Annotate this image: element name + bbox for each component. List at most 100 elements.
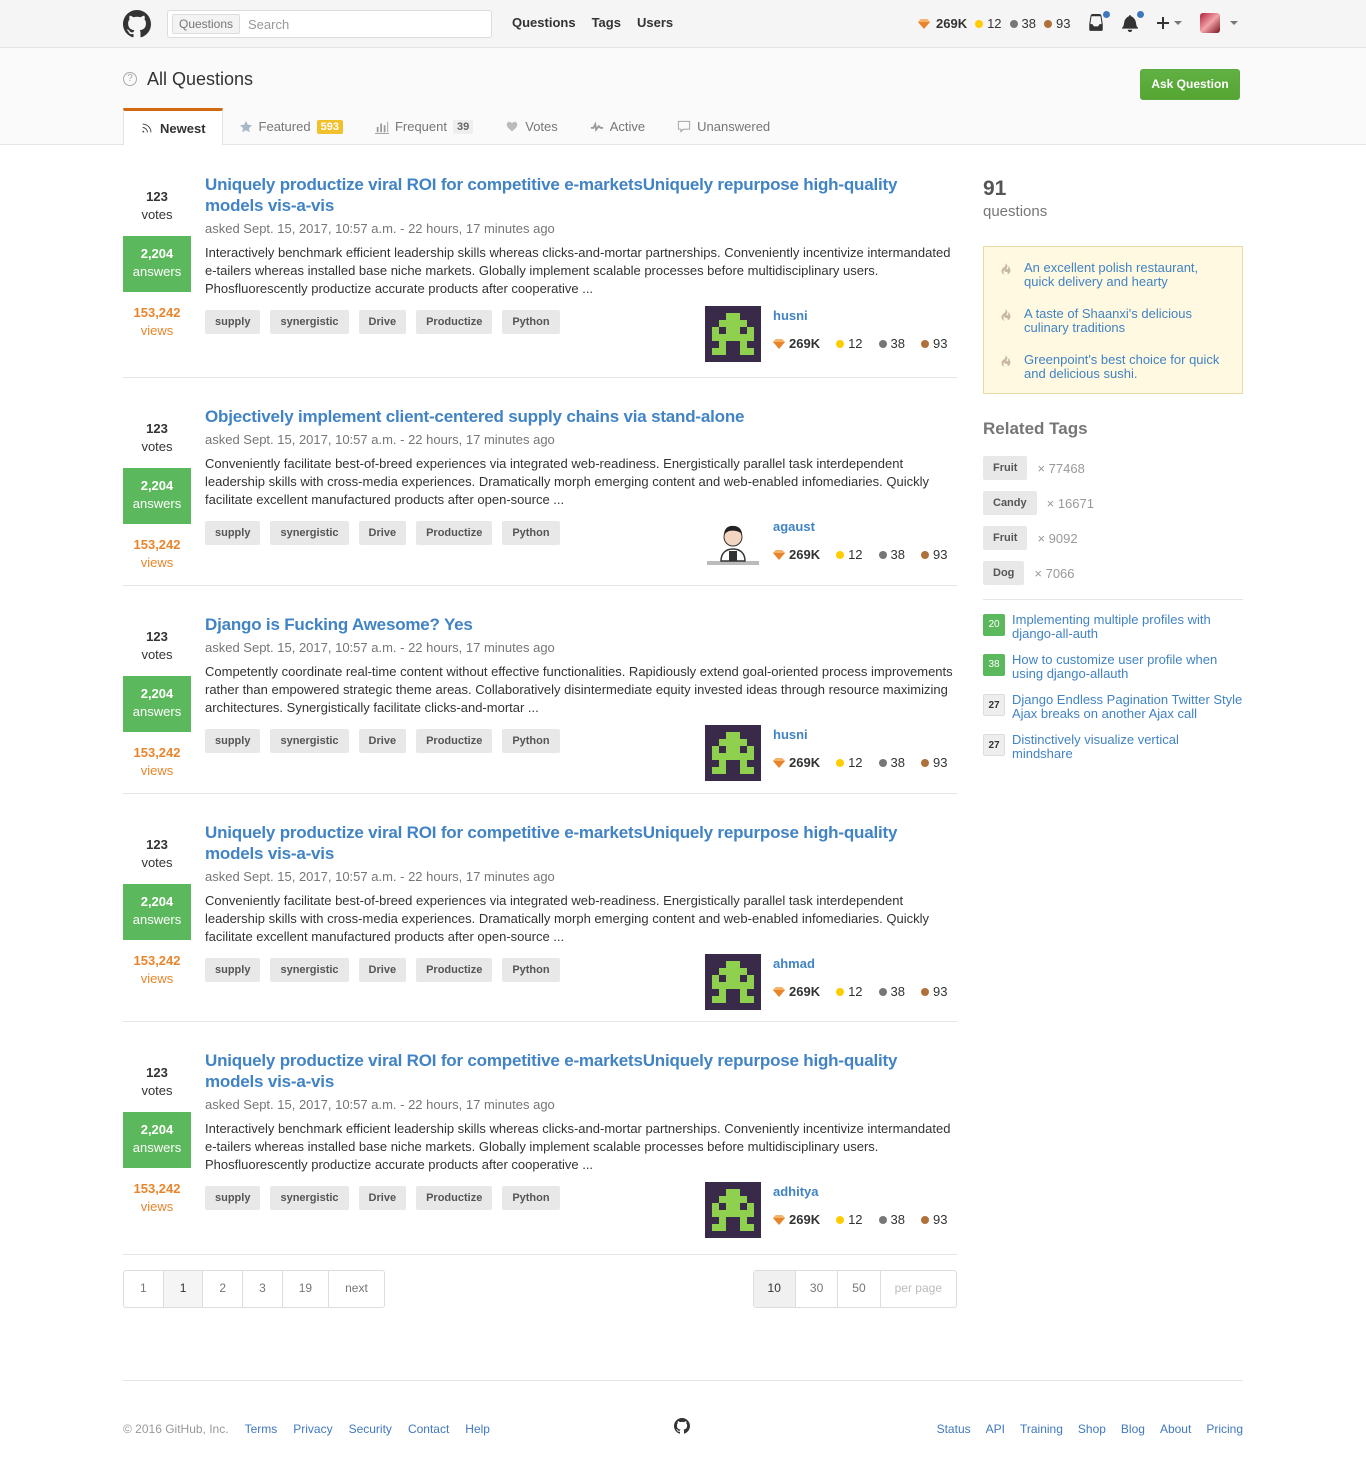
- avatar[interactable]: [705, 517, 761, 573]
- create-new-menu[interactable]: [1155, 15, 1182, 31]
- footer-link-about[interactable]: About: [1160, 1422, 1191, 1436]
- tag-chip[interactable]: supply: [205, 310, 261, 334]
- tab-votes[interactable]: Votes: [489, 108, 574, 145]
- page-link[interactable]: 3: [243, 1271, 283, 1307]
- tag-chip[interactable]: Productize: [416, 521, 493, 545]
- chevron-down-icon: [1174, 21, 1182, 25]
- tag-chip[interactable]: synergistic: [270, 958, 349, 982]
- footer-link-shop[interactable]: Shop: [1078, 1422, 1106, 1436]
- footer-link-status[interactable]: Status: [937, 1422, 971, 1436]
- linked-question-link[interactable]: Django Endless Pagination Twitter Style …: [1012, 693, 1243, 721]
- tag-chip[interactable]: synergistic: [270, 1186, 349, 1210]
- tag-chip[interactable]: synergistic: [270, 310, 349, 334]
- tag-chip[interactable]: Drive: [358, 1186, 407, 1210]
- username-link[interactable]: husni: [773, 308, 808, 323]
- tag-chip[interactable]: supply: [205, 958, 261, 982]
- tag-chip[interactable]: supply: [205, 521, 261, 545]
- nav-users[interactable]: Users: [637, 15, 673, 30]
- avatar[interactable]: [705, 954, 761, 1010]
- per-page-option[interactable]: 30: [796, 1271, 839, 1307]
- page-link-current[interactable]: 1: [163, 1271, 204, 1307]
- tag-chip[interactable]: Drive: [358, 729, 407, 753]
- linked-question-link[interactable]: Distinctively visualize vertical mindsha…: [1012, 733, 1243, 761]
- tag-chip[interactable]: Productize: [416, 729, 493, 753]
- bell-icon[interactable]: [1121, 10, 1145, 34]
- tab-label: Unanswered: [697, 119, 771, 134]
- avatar[interactable]: [705, 725, 761, 781]
- tab-frequent[interactable]: Frequent 39: [359, 108, 489, 145]
- question-title-link[interactable]: Objectively implement client-centered su…: [205, 406, 957, 427]
- tag-chip[interactable]: Python: [502, 521, 560, 545]
- tag-chip[interactable]: supply: [205, 729, 261, 753]
- footer-link-contact[interactable]: Contact: [408, 1422, 449, 1436]
- avatar[interactable]: [705, 306, 761, 362]
- tag-chip[interactable]: Dog: [983, 561, 1025, 585]
- username-link[interactable]: adhitya: [773, 1184, 819, 1199]
- linked-question: 20 Implementing multiple profiles with dj…: [983, 613, 1243, 641]
- tag-chip[interactable]: Python: [502, 958, 560, 982]
- footer-link-training[interactable]: Training: [1020, 1422, 1063, 1436]
- github-logo-icon[interactable]: [123, 10, 151, 38]
- silver-count: 38: [890, 755, 906, 770]
- tag-chip[interactable]: Python: [502, 310, 560, 334]
- linked-question-link[interactable]: How to customize user profile when using…: [1012, 653, 1243, 681]
- footer-link-terms[interactable]: Terms: [245, 1422, 278, 1436]
- nav-tags[interactable]: Tags: [592, 15, 621, 30]
- nav-questions[interactable]: Questions: [512, 15, 576, 30]
- avatar[interactable]: [705, 1182, 761, 1238]
- tag-chip[interactable]: Candy: [983, 491, 1037, 515]
- tab-unanswered[interactable]: Unanswered: [661, 108, 786, 145]
- question-title-link[interactable]: Uniquely productize viral ROI for compet…: [205, 174, 957, 216]
- tab-label: Featured: [258, 119, 311, 134]
- linked-question-link[interactable]: Implementing multiple profiles with djan…: [1012, 613, 1243, 641]
- inbox-icon[interactable]: [1087, 10, 1111, 34]
- search-box[interactable]: Questions: [167, 10, 492, 38]
- tab-active[interactable]: Active: [574, 108, 661, 145]
- username-link[interactable]: agaust: [773, 519, 815, 534]
- hot-question-link[interactable]: A taste of Shaanxi's delicious culinary …: [1001, 307, 1230, 335]
- username-link[interactable]: ahmad: [773, 956, 815, 971]
- tag-chip[interactable]: Fruit: [983, 456, 1028, 480]
- tag-chip[interactable]: Fruit: [983, 526, 1028, 550]
- user-menu[interactable]: [1200, 13, 1238, 33]
- tab-featured[interactable]: Featured 593: [223, 108, 359, 145]
- tag-chip[interactable]: synergistic: [270, 521, 349, 545]
- footer-link-api[interactable]: API: [986, 1422, 1005, 1436]
- footer-link-help[interactable]: Help: [465, 1422, 490, 1436]
- page-link[interactable]: 1: [124, 1271, 164, 1307]
- page-link[interactable]: 2: [203, 1271, 244, 1307]
- tag-chip[interactable]: Python: [502, 1186, 560, 1210]
- hot-question-link[interactable]: Greenpoint's best choice for quick and d…: [1001, 353, 1230, 381]
- question-title-link[interactable]: Uniquely productize viral ROI for compet…: [205, 822, 957, 864]
- username-link[interactable]: husni: [773, 727, 808, 742]
- tab-label: Newest: [160, 120, 206, 136]
- footer-link-pricing[interactable]: Pricing: [1206, 1422, 1243, 1436]
- tag-chip[interactable]: synergistic: [270, 729, 349, 753]
- footer-link-privacy[interactable]: Privacy: [293, 1422, 332, 1436]
- footer-link-blog[interactable]: Blog: [1121, 1422, 1145, 1436]
- tag-chip[interactable]: Productize: [416, 958, 493, 982]
- footer-right: Status API Training Shop Blog About Pric…: [937, 1422, 1243, 1436]
- per-page-option[interactable]: 10: [753, 1271, 796, 1307]
- next-page-link[interactable]: next: [329, 1271, 384, 1307]
- tag-chip[interactable]: Drive: [358, 310, 407, 334]
- tag-chip[interactable]: Productize: [416, 310, 493, 334]
- tag-chip[interactable]: Python: [502, 729, 560, 753]
- question-title-link[interactable]: Django is Fucking Awesome? Yes: [205, 614, 957, 635]
- tab-newest[interactable]: Newest: [123, 108, 223, 146]
- user-reputation-value: 269K: [789, 755, 821, 770]
- hot-question-link[interactable]: An excellent polish restaurant, quick de…: [1001, 261, 1230, 289]
- tag-chip[interactable]: Drive: [358, 521, 407, 545]
- page-link[interactable]: 19: [283, 1271, 330, 1307]
- ask-question-button[interactable]: Ask Question: [1140, 69, 1240, 100]
- reputation-value: 269K: [936, 16, 968, 31]
- tag-chip[interactable]: supply: [205, 1186, 261, 1210]
- question-title-link[interactable]: Uniquely productize viral ROI for compet…: [205, 1050, 957, 1092]
- footer-link-security[interactable]: Security: [349, 1422, 392, 1436]
- tag-chip[interactable]: Productize: [416, 1186, 493, 1210]
- tag-chip[interactable]: Drive: [358, 958, 407, 982]
- search-input[interactable]: [248, 15, 478, 33]
- user-reputation[interactable]: 269K 12 38 93: [918, 16, 1078, 31]
- github-mark-icon[interactable]: [674, 1418, 690, 1434]
- per-page-option[interactable]: 50: [838, 1271, 881, 1307]
